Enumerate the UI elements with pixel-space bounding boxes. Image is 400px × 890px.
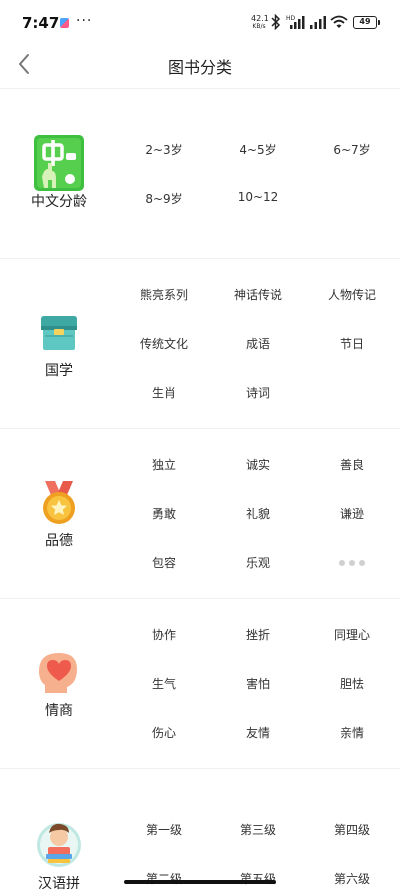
option-item[interactable]: 诚实 <box>210 456 306 473</box>
option-item[interactable]: 第一级 <box>116 821 212 838</box>
chinese-age-icon <box>34 135 84 191</box>
option-item[interactable]: 生气 <box>116 675 212 692</box>
battery-indicator: 49 <box>353 16 380 29</box>
hd-label: HD <box>286 15 296 22</box>
option-item[interactable]: 8~9岁 <box>116 190 212 207</box>
option-item[interactable]: 2~3岁 <box>116 141 212 158</box>
category-qingshang[interactable]: 情商 <box>0 599 118 769</box>
category-label: 国学 <box>45 363 73 379</box>
signal-icon <box>310 16 326 29</box>
category-label: 情商 <box>45 703 73 719</box>
network-speed: 42.1 KB/s <box>251 14 269 31</box>
option-item[interactable]: 挫折 <box>210 626 306 643</box>
category-chinese-age[interactable]: 中文分龄 <box>0 89 118 259</box>
option-item[interactable]: 友情 <box>210 724 306 741</box>
more-options-icon[interactable] <box>304 558 400 568</box>
treasure-box-icon <box>41 316 77 350</box>
option-item[interactable]: 神话传说 <box>210 286 306 303</box>
reading-boy-icon <box>37 823 81 867</box>
section-pinyin: 汉语拼 第一级 第三级 第四级 第二级 第五级 第六级 <box>0 768 400 890</box>
option-item[interactable]: 节日 <box>304 335 400 352</box>
option-item[interactable]: 生肖 <box>116 384 212 401</box>
header: 图书分类 <box>0 46 400 86</box>
medal-icon <box>43 481 75 524</box>
option-item[interactable]: 协作 <box>116 626 212 643</box>
option-item[interactable]: 伤心 <box>116 724 212 741</box>
category-pinyin[interactable]: 汉语拼 <box>0 769 118 890</box>
page-title: 图书分类 <box>167 58 232 77</box>
option-item[interactable]: 成语 <box>210 335 306 352</box>
option-item[interactable]: 6~7岁 <box>304 141 400 158</box>
wifi-icon <box>330 15 348 28</box>
option-item[interactable]: 礼貌 <box>210 505 306 522</box>
option-item[interactable]: 同理心 <box>304 626 400 643</box>
category-label: 中文分龄 <box>31 194 87 210</box>
option-item[interactable]: 第二级 <box>116 870 212 887</box>
option-item[interactable]: 第三级 <box>210 821 306 838</box>
status-bar: 7:47 ··· 42.1 KB/s HD 49 <box>0 0 400 46</box>
option-item[interactable]: 勇敢 <box>116 505 212 522</box>
heart-head-icon <box>39 653 77 693</box>
option-item[interactable]: 第四级 <box>304 821 400 838</box>
bluetooth-icon <box>271 14 281 30</box>
network-speed-unit: KB/s <box>252 23 266 30</box>
option-item[interactable]: 熊亮系列 <box>116 286 212 303</box>
option-item[interactable]: 亲情 <box>304 724 400 741</box>
option-item[interactable]: 害怕 <box>210 675 306 692</box>
category-guoxue[interactable]: 国学 <box>0 259 118 429</box>
option-item[interactable]: 4~5岁 <box>210 141 306 158</box>
network-speed-value: 42.1 <box>251 14 269 23</box>
category-pinde[interactable]: 品德 <box>0 429 118 599</box>
option-item[interactable]: 传统文化 <box>116 335 212 352</box>
status-time: 7:47 <box>22 14 60 32</box>
category-label: 品德 <box>45 533 73 549</box>
option-item[interactable]: 胆怯 <box>304 675 400 692</box>
option-item[interactable]: 第六级 <box>304 870 400 887</box>
option-item[interactable]: 第五级 <box>210 870 306 887</box>
category-label: 汉语拼 <box>38 876 80 890</box>
section-qingshang: 情商 协作 挫折 同理心 生气 害怕 胆怯 伤心 友情 亲情 <box>0 598 400 768</box>
app-notification-icon <box>60 18 69 28</box>
option-item[interactable]: 乐观 <box>210 554 306 571</box>
section-chinese-age: 中文分龄 2~3岁 4~5岁 6~7岁 8~9岁 10~12 <box>0 88 400 258</box>
section-pinde: 品德 独立 诚实 善良 勇敢 礼貌 谦逊 包容 乐观 <box>0 428 400 598</box>
home-indicator[interactable] <box>124 880 276 884</box>
option-item[interactable]: 诗词 <box>210 384 306 401</box>
option-item[interactable]: 包容 <box>116 554 212 571</box>
signal-hd-icon: HD <box>286 15 305 29</box>
option-item[interactable]: 独立 <box>116 456 212 473</box>
option-item[interactable]: 善良 <box>304 456 400 473</box>
option-item[interactable]: 谦逊 <box>304 505 400 522</box>
option-item[interactable]: 10~12 <box>210 190 306 204</box>
more-notifications-icon: ··· <box>76 13 93 29</box>
section-guoxue: 国学 熊亮系列 神话传说 人物传记 传统文化 成语 节日 生肖 诗词 <box>0 258 400 428</box>
option-item[interactable]: 人物传记 <box>304 286 400 303</box>
